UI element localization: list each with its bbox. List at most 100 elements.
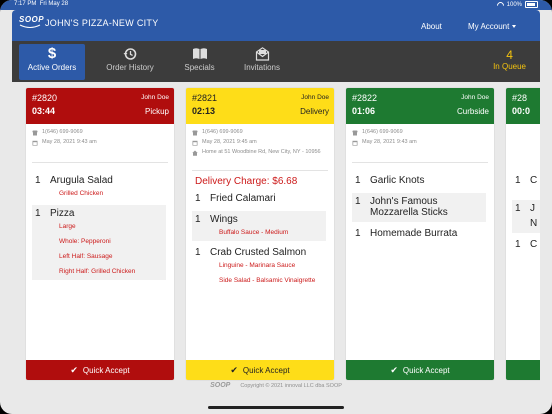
item-name: John's Famous Mozzarella Sticks: [370, 196, 448, 218]
item-qty: 1: [355, 228, 361, 239]
logo-text: SOOP: [19, 15, 45, 24]
item-modifier: Whole: Pepperoni: [59, 238, 111, 245]
tab-specials-label: Specials: [184, 63, 215, 72]
phone-icon: [192, 130, 198, 135]
item-qty: 1: [355, 196, 361, 207]
order-meta: 1(646) 699-9069 May 28, 2021 9:43 am: [32, 126, 168, 146]
item-qty: 1: [515, 239, 521, 250]
check-icon: ✔: [230, 364, 238, 375]
tab-active-orders[interactable]: $ Active Orders: [19, 44, 85, 80]
item-qty: 1: [35, 175, 41, 186]
battery-percent: 100%: [506, 1, 522, 8]
order-phone: 1(646) 699-9069: [202, 129, 243, 135]
order-card[interactable]: #2821 02:13 John Doe Delivery 1(646) 699…: [186, 88, 334, 380]
quick-accept-button[interactable]: ✔ Quick Accept: [186, 360, 334, 380]
item-qty: 1: [355, 175, 361, 186]
in-queue-indicator[interactable]: 4 In Queue: [493, 48, 526, 71]
order-meta: 1(646) 699-9069 May 28, 2021 9:45 am Hom…: [192, 126, 328, 156]
item-name: Pizza: [50, 208, 75, 219]
calendar-icon: [192, 140, 198, 146]
order-item: 1 Fried Calamari: [192, 190, 326, 208]
item-modifier: Left Half: Sausage: [59, 253, 113, 260]
item-name: Homemade Burrata: [370, 228, 458, 239]
calendar-icon: [32, 140, 38, 146]
status-bar: 7:17 PM Fri May 28 100%: [0, 0, 552, 10]
order-timer: 03:44: [32, 106, 56, 116]
order-card-header: #2820 03:44 John Doe Pickup: [26, 88, 174, 124]
status-right: 100%: [497, 1, 538, 8]
order-card[interactable]: #2820 03:44 John Doe Pickup 1(646) 699-9…: [26, 88, 174, 380]
order-items: 1 Arugula Salad Grilled Chicken 1 Pizza La…: [32, 172, 166, 283]
item-name: Fried Calamari: [210, 193, 276, 204]
main-toolbar: $ Active Orders Order History Specials I…: [12, 41, 540, 82]
delivery-charge: Delivery Charge: $6.68: [195, 176, 298, 187]
order-card[interactable]: #2822 01:06 John Doe Curbside 1(646) 699…: [346, 88, 494, 380]
quick-accept-button[interactable]: ✔ Quick Accept: [26, 360, 174, 380]
item-name: C: [530, 239, 538, 250]
restaurant-name: JOHN'S PIZZA-NEW CITY: [45, 18, 159, 28]
footer: SOOP Copyright © 2021 innoval LLC dba SOO…: [12, 382, 540, 398]
order-number: #2821: [192, 93, 218, 103]
card-divider: [352, 162, 488, 163]
order-date: May 28, 2021 9:45 am: [202, 139, 257, 145]
history-icon: [99, 44, 161, 63]
card-divider: [192, 170, 328, 171]
ipad-screen: 7:17 PM Fri May 28 100% SOOP JOHN'S PIZZ…: [0, 0, 552, 414]
order-type: Curbside: [456, 107, 489, 116]
order-item: 1C: [512, 236, 540, 254]
footer-logo: SOOP: [210, 382, 231, 389]
queue-count: 4: [506, 48, 513, 62]
order-type: Pickup: [144, 107, 169, 116]
item-name: Arugula Salad: [50, 175, 113, 186]
quick-accept-label: Quick Accept: [402, 365, 450, 375]
copyright-text: Copyright © 2021 innoval LLC dba SOOP: [240, 382, 342, 389]
item-name: J: [530, 203, 535, 214]
tab-invitations-label: Invitations: [243, 63, 281, 72]
order-items: 1C 1J N 1C: [512, 172, 540, 257]
item-qty: 1: [195, 214, 201, 225]
tab-order-history[interactable]: Order History: [99, 44, 161, 80]
order-type: Delivery: [300, 107, 329, 116]
status-date: Fri May 28: [39, 1, 69, 7]
item-qty: 1: [515, 175, 521, 186]
order-item: 1 Garlic Knots: [352, 172, 486, 190]
item-modifier: Right Half: Grilled Chicken: [59, 268, 136, 275]
item-modifier: Side Salad - Balsamic Vinaigrette: [219, 277, 316, 284]
order-date: May 28, 2021 9:43 am: [42, 139, 97, 145]
order-number: #2822: [352, 93, 378, 103]
home-indicator[interactable]: [208, 406, 344, 409]
order-item: 1 Homemade Burrata: [352, 225, 486, 243]
order-items: Delivery Charge: $6.68 1 Fried Calamari 1…: [192, 176, 326, 292]
item-qty: 1: [195, 247, 201, 258]
dollar-icon: $: [47, 45, 57, 62]
wifi-icon: [497, 2, 504, 7]
quick-accept-button[interactable]: [506, 360, 540, 380]
my-account-menu[interactable]: My Account: [468, 22, 517, 31]
soop-logo[interactable]: SOOP: [19, 15, 45, 29]
item-name: Crab Crusted Salmon: [210, 247, 307, 258]
item-name: Wings: [210, 214, 238, 225]
tab-order-history-label: Order History: [106, 63, 154, 72]
my-account-label: My Account: [468, 22, 510, 31]
phone-icon: [32, 130, 38, 135]
item-qty: 1: [195, 193, 201, 204]
order-card-partial[interactable]: #28 00:0 1C 1J N 1C: [506, 88, 540, 380]
order-phone: 1(646) 699-9069: [362, 129, 403, 135]
item-modifier: Large: [59, 223, 76, 230]
calendar-icon: [352, 140, 358, 146]
tab-specials[interactable]: Specials: [172, 44, 227, 80]
quick-accept-button[interactable]: ✔ Quick Accept: [346, 360, 494, 380]
item-qty: [515, 218, 521, 229]
item-modifier: Grilled Chicken: [59, 190, 104, 197]
order-address: Home at 51 Woodbine Rd, New City, NY - 1…: [202, 149, 321, 155]
orders-board: #2820 03:44 John Doe Pickup 1(646) 699-9…: [12, 82, 540, 382]
about-link[interactable]: About: [421, 22, 442, 31]
tab-invitations[interactable]: Invitations: [234, 44, 290, 80]
order-phone: 1(646) 699-9069: [42, 129, 83, 135]
order-item: 1 Pizza Large Whole: Pepperoni Left Half:…: [32, 205, 166, 280]
order-card-header: #28 00:0: [506, 88, 540, 124]
order-date: May 28, 2021 9:43 am: [362, 139, 417, 145]
status-time-date: 7:17 PM Fri May 28: [14, 1, 68, 7]
customer-name: John Doe: [461, 94, 489, 101]
order-meta: 1(646) 699-9069 May 28, 2021 9:43 am: [352, 126, 488, 146]
